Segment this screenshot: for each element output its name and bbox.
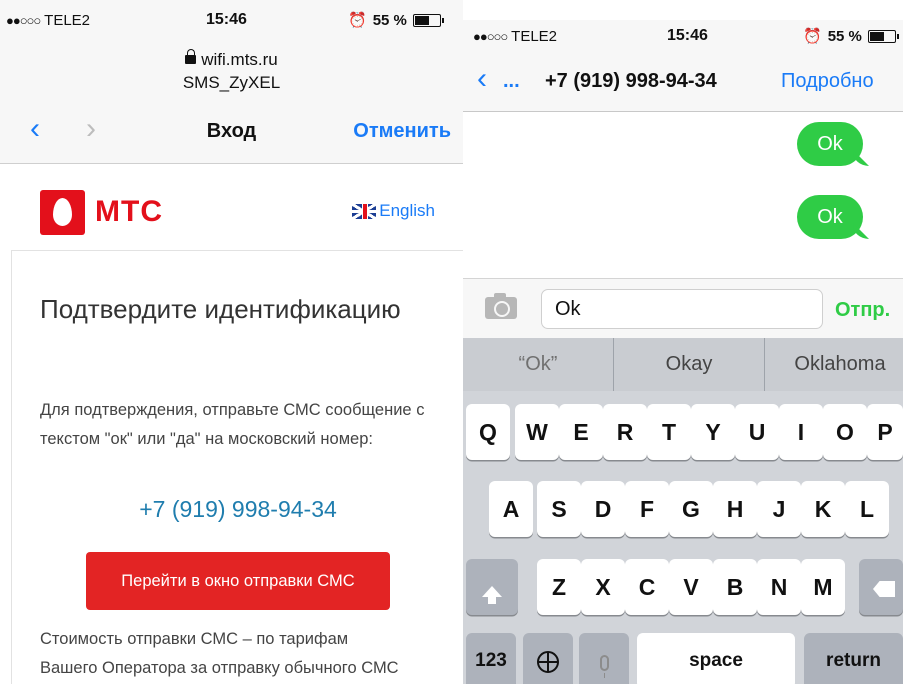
key-c[interactable]: C bbox=[625, 559, 669, 615]
globe-icon bbox=[537, 651, 559, 673]
clock: 15:46 bbox=[667, 27, 708, 44]
language-switch[interactable]: English bbox=[352, 201, 435, 221]
lock-icon bbox=[185, 49, 197, 64]
language-label: English bbox=[379, 201, 435, 220]
key-h[interactable]: H bbox=[713, 481, 757, 537]
key-x[interactable]: X bbox=[581, 559, 625, 615]
delete-icon bbox=[873, 581, 895, 597]
back-label[interactable]: ... bbox=[503, 70, 520, 93]
key-b[interactable]: B bbox=[713, 559, 757, 615]
details-button[interactable]: Подробно bbox=[781, 70, 874, 93]
messages-screen: ●●○○○ TELE2 15:46 ⏰ 55 % ‹ ... +7 (919) … bbox=[463, 0, 903, 684]
suggestion-item[interactable]: “Ok” bbox=[463, 338, 613, 391]
key-y[interactable]: Y bbox=[691, 404, 735, 460]
battery-icon bbox=[867, 29, 899, 43]
key-j[interactable]: J bbox=[757, 481, 801, 537]
battery-status: ⏰ 55 % bbox=[348, 11, 444, 29]
signal-icon: ●●○○○ bbox=[473, 29, 508, 44]
battery-percent: 55 % bbox=[372, 11, 407, 29]
page-host-title: SMS_ZyXEL bbox=[182, 73, 281, 92]
sms-phone-link[interactable]: +7 (919) 998-94-34 bbox=[12, 496, 463, 523]
keyboard: “Ok” Okay Oklahoma Q W E R T Y U I O P A… bbox=[463, 338, 903, 684]
return-key[interactable]: return bbox=[804, 633, 903, 684]
signal-icon: ●●○○○ bbox=[6, 13, 41, 28]
dictation-key[interactable] bbox=[579, 633, 629, 684]
cost-note-line: Стоимость отправки СМС – по тарифам bbox=[40, 630, 349, 648]
key-d[interactable]: D bbox=[581, 481, 625, 537]
carrier: ●●○○○ TELE2 bbox=[6, 12, 90, 29]
cost-note: Стоимость отправки СМС – по тарифам Ваше… bbox=[40, 625, 460, 683]
sent-message[interactable]: Ok bbox=[797, 195, 863, 239]
camera-icon[interactable] bbox=[485, 293, 517, 319]
card-instructions: Для подтверждения, отправьте СМС сообщен… bbox=[40, 401, 425, 448]
key-q[interactable]: Q bbox=[466, 404, 510, 460]
key-n[interactable]: N bbox=[757, 559, 801, 615]
card-title: Подтвердите идентификацию bbox=[40, 294, 401, 324]
key-p[interactable]: P bbox=[867, 404, 903, 460]
microphone-icon bbox=[599, 655, 609, 678]
key-u[interactable]: U bbox=[735, 404, 779, 460]
safari-screen: ●●○○○ TELE2 15:46 ⏰ 55 % wifi.mts.ru SMS… bbox=[0, 0, 463, 684]
key-g[interactable]: G bbox=[669, 481, 713, 537]
battery-status: ⏰ 55 % bbox=[803, 27, 899, 45]
cancel-button[interactable]: Отменить bbox=[353, 120, 451, 143]
composer-bar: Ok Отпр. bbox=[463, 278, 903, 338]
shift-key[interactable] bbox=[466, 559, 518, 615]
message-input[interactable]: Ok bbox=[541, 289, 823, 329]
send-button[interactable]: Отпр. bbox=[835, 299, 890, 322]
key-e[interactable]: E bbox=[559, 404, 603, 460]
contact-title: +7 (919) 998-94-34 bbox=[545, 70, 717, 92]
key-m[interactable]: M bbox=[801, 559, 845, 615]
cost-note-line: Вашего Оператора за отправку обычного СМ… bbox=[40, 659, 399, 677]
key-f[interactable]: F bbox=[625, 481, 669, 537]
suggestion-bar: “Ok” Okay Oklahoma bbox=[463, 338, 903, 391]
key-a[interactable]: A bbox=[489, 481, 533, 537]
delete-key[interactable] bbox=[859, 559, 903, 615]
open-sms-button[interactable]: Перейти в окно отправки СМС bbox=[86, 552, 390, 610]
carrier-name: TELE2 bbox=[44, 12, 91, 29]
back-button[interactable]: ‹ bbox=[477, 64, 487, 94]
alarm-icon: ⏰ bbox=[348, 12, 367, 29]
carrier-name: TELE2 bbox=[511, 28, 558, 45]
sent-message[interactable]: Ok bbox=[797, 122, 863, 166]
battery-percent: 55 % bbox=[827, 27, 862, 45]
key-w[interactable]: W bbox=[515, 404, 559, 460]
battery-icon bbox=[412, 13, 444, 27]
shift-icon bbox=[482, 586, 502, 604]
brand-name: МТС bbox=[95, 195, 163, 228]
confirm-card: Подтвердите идентификацию Для подтвержде… bbox=[11, 250, 463, 684]
space-key[interactable]: space bbox=[637, 633, 795, 684]
url-text: wifi.mts.ru bbox=[201, 50, 278, 69]
key-z[interactable]: Z bbox=[537, 559, 581, 615]
key-v[interactable]: V bbox=[669, 559, 713, 615]
top-margin bbox=[463, 0, 903, 20]
key-o[interactable]: O bbox=[823, 404, 867, 460]
key-k[interactable]: K bbox=[801, 481, 845, 537]
globe-key[interactable] bbox=[523, 633, 573, 684]
key-t[interactable]: T bbox=[647, 404, 691, 460]
key-r[interactable]: R bbox=[603, 404, 647, 460]
suggestion-item[interactable]: Oklahoma bbox=[765, 338, 903, 391]
numbers-key[interactable]: 123 bbox=[466, 633, 516, 684]
key-l[interactable]: L bbox=[845, 481, 889, 537]
key-i[interactable]: I bbox=[779, 404, 823, 460]
alarm-icon: ⏰ bbox=[803, 28, 822, 45]
suggestion-item[interactable]: Okay bbox=[614, 338, 764, 391]
status-bar: ●●○○○ TELE2 15:46 ⏰ 55 % bbox=[0, 0, 463, 40]
clock: 15:46 bbox=[206, 11, 247, 28]
mts-logo bbox=[40, 190, 85, 235]
carrier: ●●○○○ TELE2 bbox=[473, 28, 557, 45]
address-bar[interactable]: wifi.mts.ru bbox=[0, 49, 463, 70]
key-s[interactable]: S bbox=[537, 481, 581, 537]
browser-toolbar: wifi.mts.ru SMS_ZyXEL ‹ › Вход Отменить bbox=[0, 40, 463, 164]
uk-flag-icon bbox=[352, 203, 377, 219]
mts-egg-icon bbox=[53, 198, 72, 226]
messages-header: ●●○○○ TELE2 15:46 ⏰ 55 % ‹ ... +7 (919) … bbox=[463, 20, 903, 112]
